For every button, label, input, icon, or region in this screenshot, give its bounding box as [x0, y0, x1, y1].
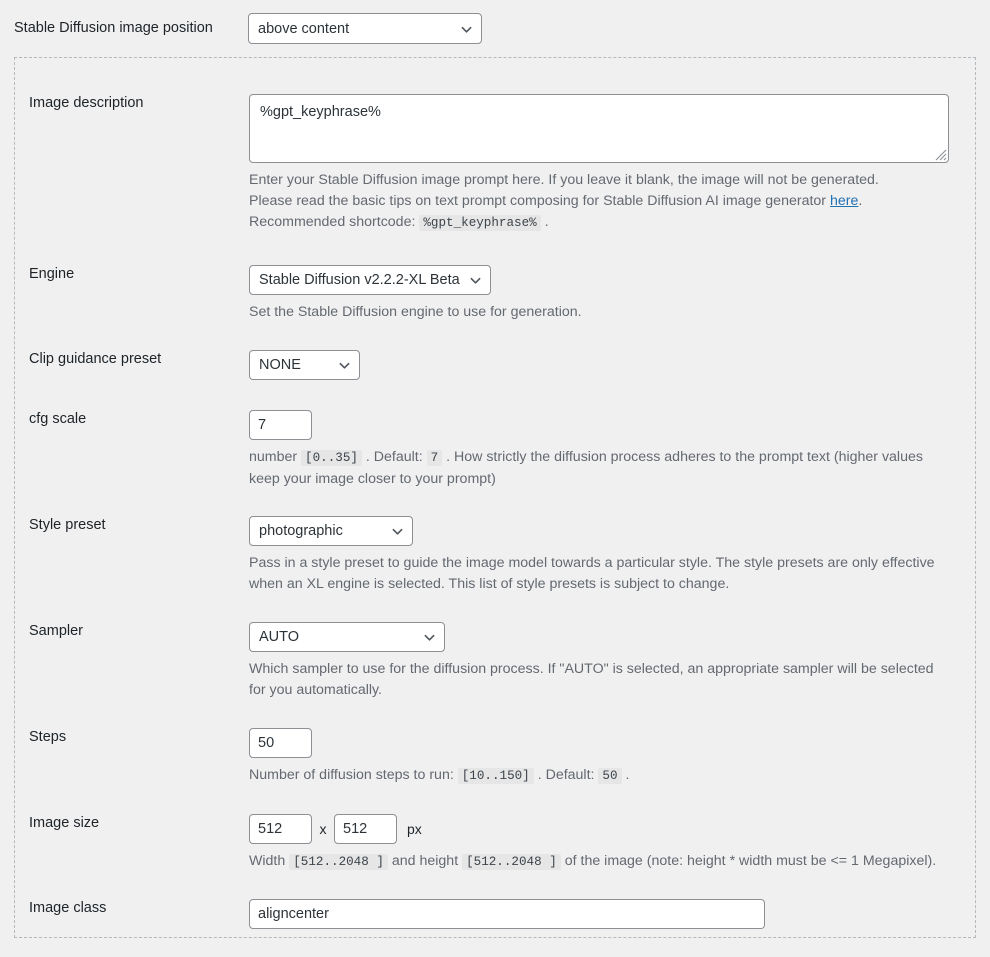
- settings-dashed-container: Image description %gpt_keyphrase% Enter …: [14, 57, 976, 938]
- image-class-input[interactable]: [249, 899, 765, 929]
- steps-default-code: 50: [598, 768, 622, 784]
- image-position-row: Stable Diffusion image position above co…: [0, 0, 990, 44]
- image-size-unit: px: [407, 821, 422, 837]
- chevron-down-icon: [470, 275, 481, 286]
- image-size-help-a: Width: [249, 853, 290, 869]
- engine-label: Engine: [29, 266, 75, 282]
- image-width-input[interactable]: [249, 814, 312, 844]
- image-position-label: Stable Diffusion image position: [14, 20, 213, 37]
- image-height-input[interactable]: [334, 814, 397, 844]
- sampler-label: Sampler: [29, 623, 83, 639]
- engine-select[interactable]: Stable Diffusion v2.2.2-XL Beta: [249, 265, 491, 295]
- cfg-scale-input[interactable]: [249, 410, 312, 440]
- cfg-scale-help-a: number: [249, 449, 302, 465]
- chevron-down-icon: [424, 632, 435, 643]
- chevron-down-icon: [461, 24, 472, 35]
- image-size-help: Width [512..2048 ] and height [512..2048…: [249, 851, 961, 873]
- style-preset-select[interactable]: photographic: [249, 516, 413, 546]
- shortcode-code: %gpt_keyphrase%: [419, 215, 541, 231]
- image-size-separator: x: [319, 821, 327, 837]
- image-size-row: x px: [249, 814, 961, 844]
- image-size-help-c: of the image (note: height * width must …: [560, 853, 937, 869]
- basic-tips-link[interactable]: here: [830, 193, 858, 209]
- image-description-label: Image description: [29, 95, 144, 111]
- sampler-select[interactable]: AUTO: [249, 622, 445, 652]
- image-size-label: Image size: [29, 815, 100, 831]
- image-description-help: Enter your Stable Diffusion image prompt…: [249, 170, 949, 234]
- clip-guidance-preset-select[interactable]: NONE: [249, 350, 360, 380]
- cfg-scale-default-code: 7: [426, 450, 443, 466]
- steps-help: Number of diffusion steps to run: [10..1…: [249, 765, 949, 787]
- chevron-down-icon: [392, 526, 403, 537]
- style-preset-help: Pass in a style preset to guide the imag…: [249, 555, 935, 592]
- image-description-textarea[interactable]: %gpt_keyphrase%: [249, 94, 949, 163]
- engine-help: Set the Stable Diffusion engine to use f…: [249, 304, 582, 320]
- chevron-down-icon: [339, 360, 350, 371]
- image-description-help-line2a: Please read the basic tips on text promp…: [249, 193, 830, 209]
- image-height-range-code: [512..2048 ]: [462, 854, 561, 870]
- steps-help-c: .: [621, 767, 630, 783]
- image-description-textarea-wrap: %gpt_keyphrase%: [249, 94, 949, 163]
- image-class-label: Image class: [29, 900, 107, 916]
- engine-value: Stable Diffusion v2.2.2-XL Beta: [259, 272, 460, 288]
- cfg-scale-help: number [0..35] . Default: 7 . How strict…: [249, 447, 949, 490]
- sampler-value: AUTO: [259, 629, 300, 645]
- image-position-select[interactable]: above content: [248, 13, 482, 44]
- clip-guidance-preset-label: Clip guidance preset: [29, 351, 162, 367]
- settings-page: Stable Diffusion image position above co…: [0, 0, 990, 957]
- steps-input[interactable]: [249, 728, 312, 758]
- style-preset-label: Style preset: [29, 517, 106, 533]
- steps-help-a: Number of diffusion steps to run:: [249, 767, 458, 783]
- cfg-scale-help-b: . Default:: [361, 449, 427, 465]
- style-preset-value: photographic: [259, 523, 343, 539]
- image-width-range-code: [512..2048 ]: [289, 854, 388, 870]
- cfg-scale-range-code: [0..35]: [301, 450, 362, 466]
- image-description-help-line2c: .: [540, 214, 549, 230]
- steps-label: Steps: [29, 729, 67, 745]
- cfg-scale-label: cfg scale: [29, 411, 87, 427]
- image-size-help-b: and height: [387, 853, 463, 869]
- image-position-value: above content: [258, 20, 350, 37]
- steps-help-b: . Default:: [533, 767, 599, 783]
- clip-guidance-preset-value: NONE: [259, 357, 301, 373]
- image-description-help-line1: Enter your Stable Diffusion image prompt…: [249, 172, 879, 188]
- sampler-help: Which sampler to use for the diffusion p…: [249, 661, 934, 698]
- steps-range-code: [10..150]: [457, 768, 534, 784]
